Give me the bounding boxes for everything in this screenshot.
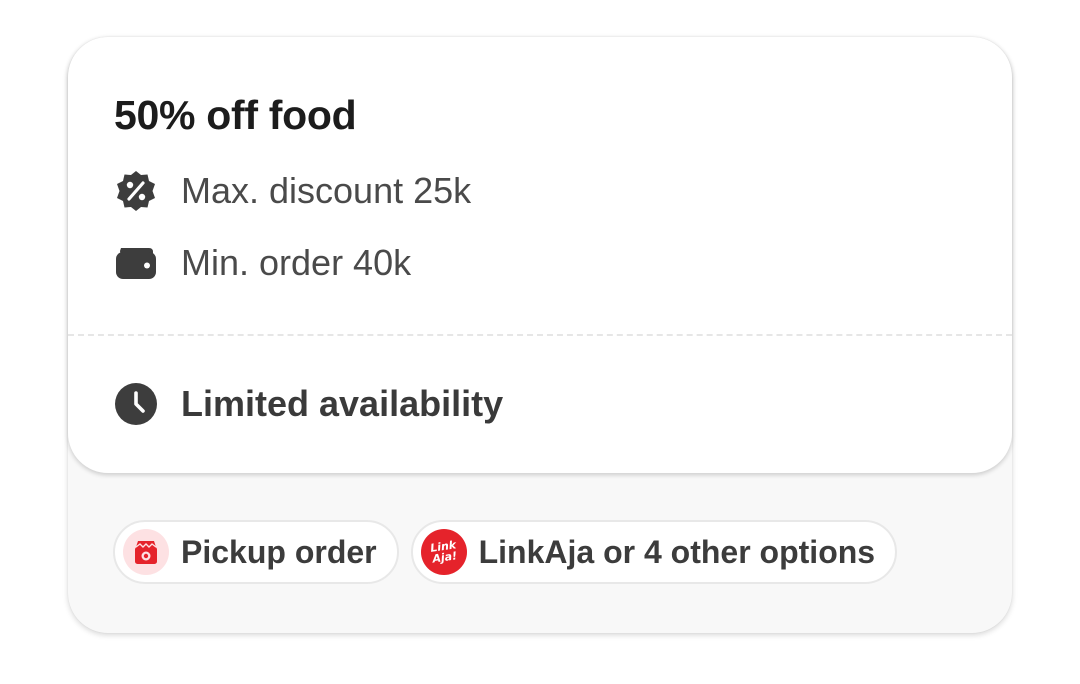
payment-options-chip[interactable]: Link Aja! LinkAja or 4 other options bbox=[410, 520, 898, 584]
wallet-icon bbox=[114, 241, 158, 285]
linkaja-logo: Link Aja! bbox=[420, 529, 467, 575]
min-order-row: Min. order 40k bbox=[114, 241, 411, 285]
availability-row: Limited availability bbox=[114, 382, 503, 426]
pickup-order-chip[interactable]: Pickup order bbox=[113, 520, 399, 584]
dashed-divider bbox=[68, 334, 1012, 336]
payment-options-label: LinkAja or 4 other options bbox=[478, 533, 876, 570]
pickup-bag-icon bbox=[123, 529, 169, 575]
pickup-order-label: Pickup order bbox=[181, 533, 377, 570]
offer-title: 50% off food bbox=[114, 92, 357, 138]
clock-icon bbox=[114, 382, 158, 426]
min-order-text: Min. order 40k bbox=[181, 242, 412, 283]
max-discount-row: Max. discount 25k bbox=[114, 169, 471, 213]
offer-card[interactable]: 50% off food Max. discount 25k Min. orde… bbox=[68, 37, 1012, 633]
max-discount-text: Max. discount 25k bbox=[181, 170, 472, 211]
offer-chips: Pickup order Link Aja! LinkAja or 4 othe… bbox=[113, 520, 898, 584]
discount-badge-icon bbox=[114, 169, 158, 213]
availability-text: Limited availability bbox=[181, 383, 504, 424]
offer-details-panel: 50% off food Max. discount 25k Min. orde… bbox=[68, 37, 1012, 473]
